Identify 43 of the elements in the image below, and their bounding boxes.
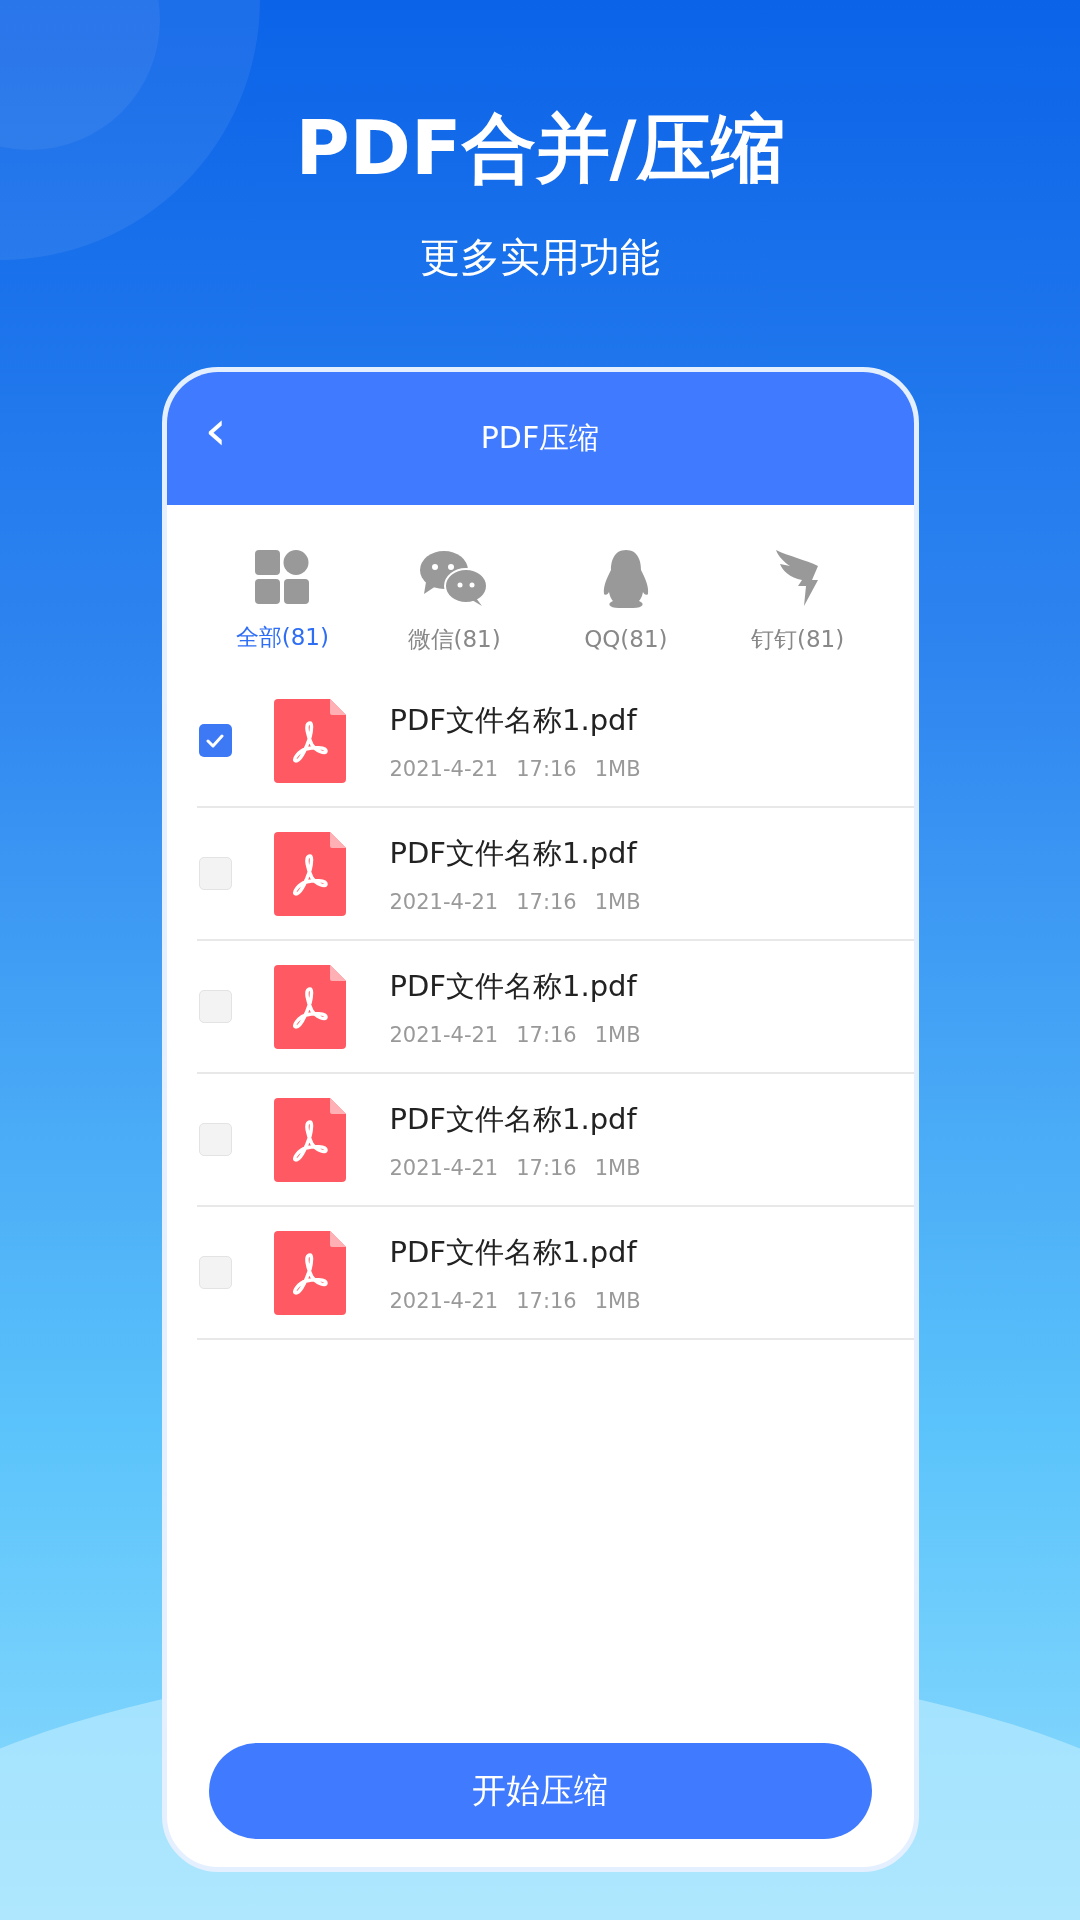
chat-bubbles-icon (420, 550, 489, 606)
start-compress-button[interactable]: 开始压缩 (208, 1743, 872, 1839)
file-name: PDF文件名称1.pdf (389, 701, 639, 739)
pdf-file-icon (273, 964, 346, 1049)
file-size: 1MB (594, 756, 641, 781)
subheadline: 更多实用功能 (420, 233, 660, 282)
file-date: 2021-4-21 (389, 1155, 499, 1180)
file-name: PDF文件名称1.pdf (389, 967, 639, 1005)
file-size: 1MB (594, 1022, 641, 1047)
back-button[interactable]: ‹ (196, 402, 235, 458)
file-time: 17:16 (516, 1022, 577, 1047)
source-tab[interactable]: 微信(81) (368, 550, 540, 655)
source-tab[interactable]: 钉钉(81) (711, 550, 884, 655)
checkmark-icon (206, 733, 224, 748)
file-name: PDF文件名称1.pdf (389, 1100, 639, 1138)
headline: PDF合并/压缩 (295, 104, 785, 193)
file-date: 2021-4-21 (389, 756, 499, 781)
pdf-file-icon (273, 1097, 346, 1182)
wing-icon (775, 550, 820, 606)
file-date: 2021-4-21 (389, 1022, 499, 1047)
file-time: 17:16 (516, 889, 577, 914)
pdf-file-icon (273, 698, 346, 783)
file-checkbox[interactable] (198, 1123, 232, 1156)
file-checkbox[interactable] (198, 1256, 232, 1289)
file-checkbox[interactable] (198, 857, 232, 890)
source-tab[interactable]: 全部(81) (196, 550, 369, 655)
pdf-file-icon (273, 831, 346, 916)
file-time: 17:16 (516, 1155, 577, 1180)
file-time: 17:16 (516, 1288, 577, 1313)
file-size: 1MB (594, 889, 641, 914)
file-size: 1MB (594, 1155, 641, 1180)
file-name: PDF文件名称1.pdf (389, 834, 639, 872)
file-size: 1MB (594, 1288, 641, 1313)
file-date: 2021-4-21 (389, 889, 499, 914)
source-tab[interactable]: QQ(81) (540, 550, 712, 655)
file-checkbox[interactable] (198, 724, 232, 757)
file-checkbox[interactable] (198, 990, 232, 1023)
file-date: 2021-4-21 (389, 1288, 499, 1313)
grid-icon (255, 550, 310, 604)
pdf-file-icon (273, 1230, 346, 1315)
screen-title: PDF压缩 (480, 419, 600, 457)
file-name: PDF文件名称1.pdf (389, 1233, 639, 1271)
file-time: 17:16 (516, 756, 577, 781)
